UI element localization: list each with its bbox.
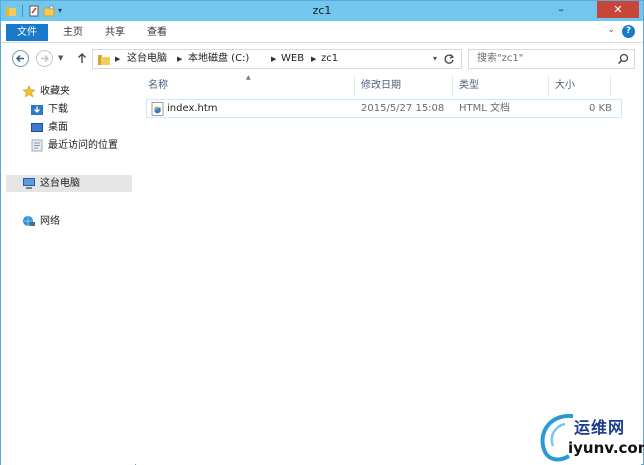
nav-favorites[interactable]: 收藏夹 [22,83,70,100]
tab-file[interactable]: 文件 [6,24,48,41]
file-modified: 2015/5/27 15:08 [361,103,445,114]
file-size: 0 KB [589,103,612,114]
minimize-button[interactable]: – [549,1,573,18]
breadcrumb-separator[interactable]: ▶ [177,50,182,68]
window-title: zc1 [312,4,332,17]
column-header-type[interactable]: 类型 [453,76,549,96]
help-icon[interactable]: ? [622,25,635,38]
breadcrumb-separator[interactable]: ▶ [311,50,316,68]
recent-locations-icon[interactable]: ▼ [58,54,63,62]
file-row[interactable]: index.htm 2015/5/27 15:08 HTML 文档 0 KB [146,99,622,118]
nav-network[interactable]: 网络 [22,213,60,230]
forward-arrow-icon [41,54,50,63]
nav-item-label: 最近访问的位置 [48,140,118,151]
nav-this-pc[interactable]: 这台电脑 [6,175,132,192]
title-bar: ▾ zc1 – ✕ [1,1,643,21]
column-header-size[interactable]: 大小 [549,76,611,96]
customize-toolbar-icon[interactable]: ▾ [58,5,62,17]
explorer-window: ▾ zc1 – ✕ 文件 主页 共享 查看 ⌄ ? ▼ ▶ 这台电脑 ▶ 本地磁… [0,0,644,465]
tab-share[interactable]: 共享 [105,24,125,41]
computer-icon [23,178,35,189]
column-header-name[interactable]: 名称 [142,76,355,96]
window-controls: – ✕ [549,1,639,19]
nav-item-label: 下载 [48,104,68,115]
back-button[interactable] [12,50,29,67]
close-button[interactable]: ✕ [597,1,639,18]
tab-view[interactable]: 查看 [147,24,167,41]
folder-icon [6,7,16,16]
navigation-pane: 收藏夹 下载 桌面 最近访问的位置 这台电脑 网络 [1,73,135,465]
maximize-button[interactable] [573,1,597,18]
properties-icon[interactable] [28,5,40,17]
star-icon [22,85,36,98]
folder-icon [98,55,110,65]
network-icon [23,216,35,226]
site-watermark: 运维网 iyunv.com [531,406,644,464]
address-history-icon[interactable]: ▾ [433,50,437,68]
search-input[interactable]: 搜索"zc1" [477,50,523,68]
breadcrumb-this-pc[interactable]: 这台电脑 [127,50,167,68]
nav-network-label: 网络 [40,216,60,227]
navigation-bar: ▼ ▶ 这台电脑 ▶ 本地磁盘 (C:) ▶ WEB ▶ zc1 ▾ 搜索"zc… [1,44,643,73]
expand-ribbon-icon[interactable]: ⌄ [607,25,615,35]
breadcrumb-web[interactable]: WEB [281,50,304,68]
search-box[interactable]: 搜索"zc1" [468,49,635,69]
watermark-en-text: iyunv.com [568,439,644,457]
breadcrumb-separator[interactable]: ▶ [115,50,120,68]
nav-item-recent-places[interactable]: 最近访问的位置 [30,137,118,154]
ribbon-tabs: 文件 主页 共享 查看 ⌄ ? [1,21,643,43]
html-file-icon [151,102,164,116]
nav-item-label: 桌面 [48,122,68,133]
desktop-icon [31,123,43,132]
search-icon[interactable] [617,53,629,65]
download-folder-icon [31,105,43,115]
nav-item-downloads[interactable]: 下载 [30,101,68,118]
breadcrumb-separator[interactable]: ▶ [271,50,276,68]
toolbar-separator [22,5,23,17]
quick-access-toolbar: ▾ [5,4,62,18]
back-arrow-icon [15,54,24,63]
up-arrow-icon[interactable] [75,51,89,65]
address-bar[interactable]: ▶ 这台电脑 ▶ 本地磁盘 (C:) ▶ WEB ▶ zc1 ▾ [92,49,462,69]
tab-home[interactable]: 主页 [63,24,83,41]
refresh-icon[interactable] [443,53,455,65]
breadcrumb-zc1[interactable]: zc1 [321,50,338,68]
nav-favorites-label: 收藏夹 [40,86,70,97]
new-folder-icon[interactable] [43,5,55,17]
file-type: HTML 文档 [459,103,511,114]
breadcrumb-local-disk[interactable]: 本地磁盘 (C:) [188,50,249,68]
recent-places-icon [31,139,43,152]
file-name: index.htm [167,103,218,114]
watermark-cn-text: 运维网 [574,418,626,437]
column-header-modified[interactable]: 修改日期 [355,76,453,96]
forward-button[interactable] [36,50,53,67]
nav-item-desktop[interactable]: 桌面 [30,119,68,136]
nav-this-pc-label: 这台电脑 [40,178,80,189]
